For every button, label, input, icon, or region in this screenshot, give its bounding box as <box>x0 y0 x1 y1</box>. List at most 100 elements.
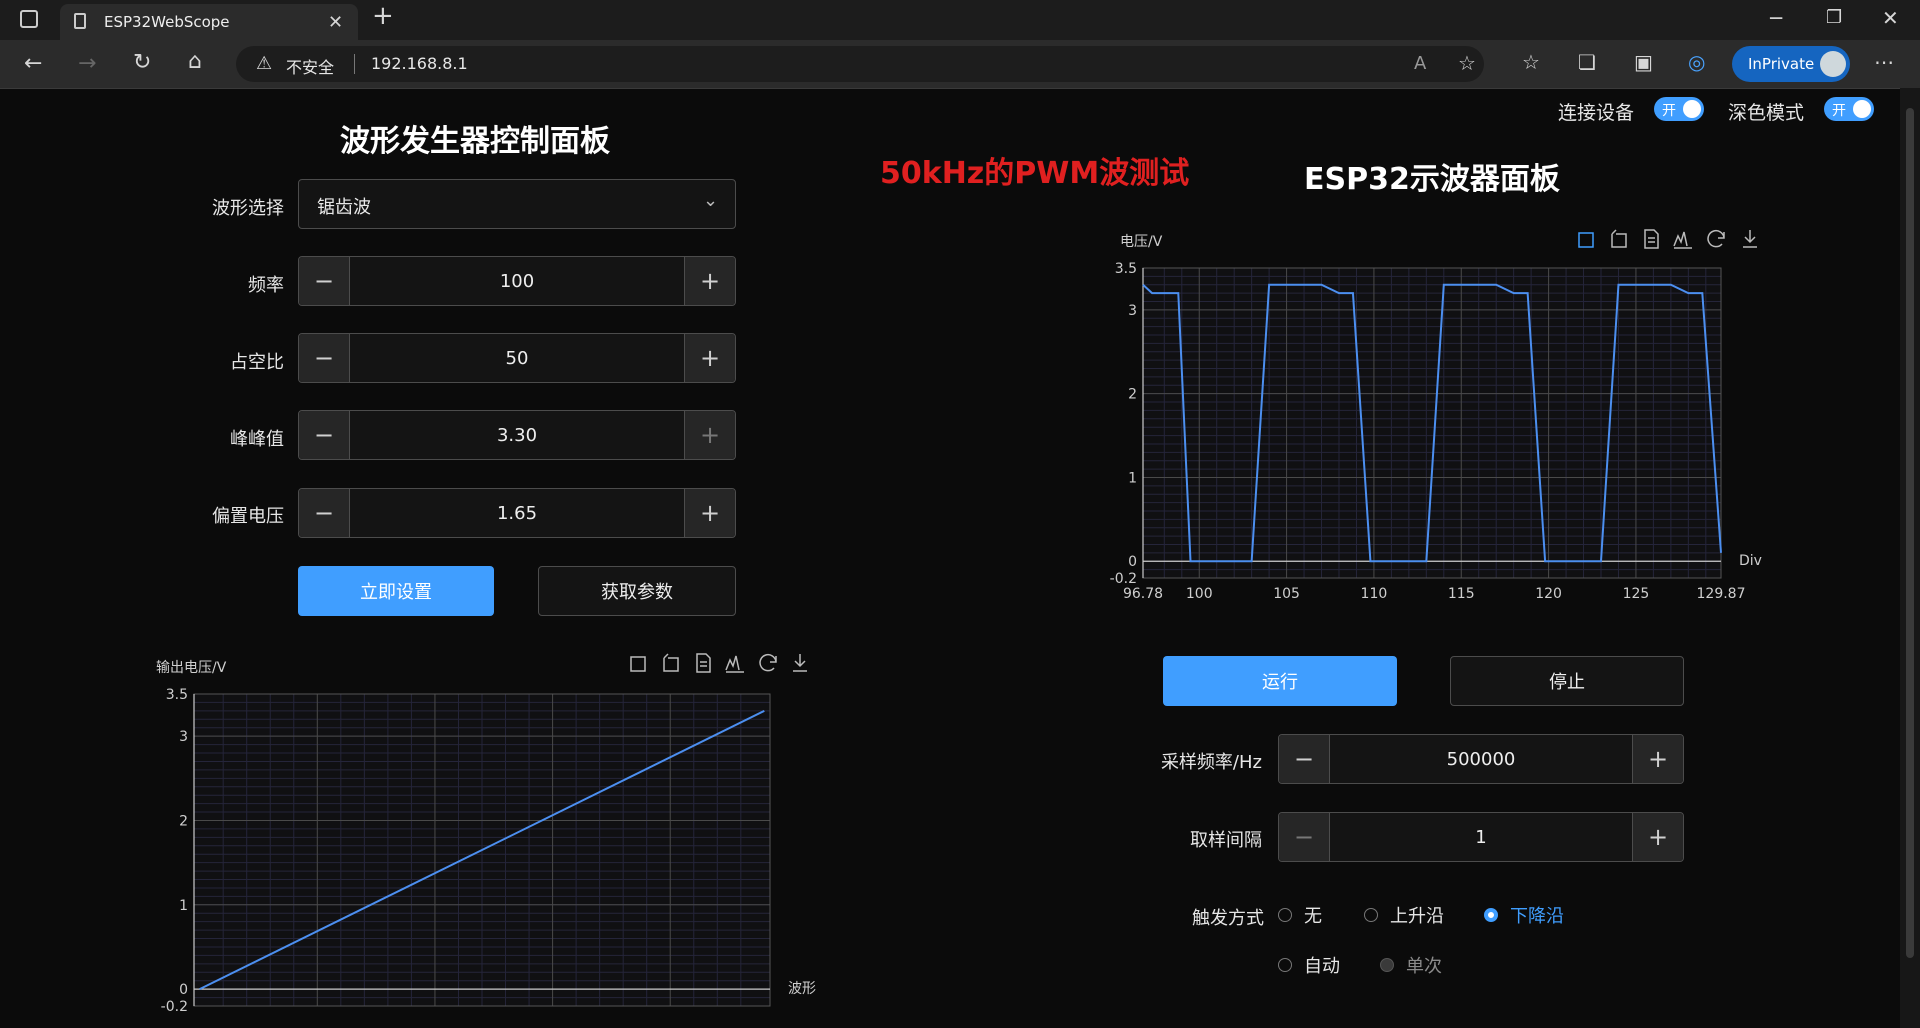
vpp-label: 峰峰值 <box>230 429 284 450</box>
offset-label: 偏置电压 <box>212 506 284 527</box>
url-text[interactable]: 192.168.8.1 <box>371 54 468 73</box>
math-solver-icon[interactable]: ▣ <box>1634 52 1653 72</box>
restore-icon[interactable] <box>1707 229 1725 248</box>
close-window-icon[interactable]: ✕ <box>1882 8 1899 28</box>
duty-cycle-input[interactable]: 50 <box>349 334 685 382</box>
download-icon[interactable] <box>1743 230 1757 248</box>
y-tick-label: 3 <box>179 729 188 745</box>
line-type-icon[interactable] <box>1673 231 1692 249</box>
vpp-input[interactable]: 3.30 <box>349 411 685 459</box>
inprivate-badge[interactable]: InPrivate <box>1732 46 1850 82</box>
offset-decrement-button[interactable]: − <box>299 489 350 537</box>
new-tab-button[interactable]: + <box>372 3 394 29</box>
chart-toolbar <box>1578 229 1757 249</box>
run-button[interactable]: 运行 <box>1163 656 1397 706</box>
forward-icon[interactable]: → <box>78 53 96 75</box>
y-tick-label: 3.5 <box>166 687 188 703</box>
trigger-option-none[interactable]: 无 <box>1278 902 1322 928</box>
trigger-label: 触发方式 <box>1192 908 1264 929</box>
waveform-label: 波形选择 <box>212 198 284 219</box>
page-scrollbar[interactable] <box>1900 88 1920 1028</box>
edge-icon[interactable]: ◎ <box>1688 52 1705 72</box>
back-icon[interactable]: ← <box>24 53 42 75</box>
interval-input[interactable]: 1 <box>1329 813 1633 861</box>
trigger-option-auto[interactable]: 自动 <box>1278 952 1340 978</box>
data-view-icon[interactable] <box>1644 229 1659 249</box>
trigger-option-rising[interactable]: 上升沿 <box>1364 902 1444 928</box>
more-options-icon[interactable]: ⋯ <box>1874 52 1894 72</box>
read-aloud-icon[interactable]: A <box>1414 54 1426 74</box>
zoom-icon[interactable] <box>630 656 646 672</box>
x-tick-label: 129.87 <box>1697 586 1746 602</box>
vpp-stepper[interactable]: − 3.30 + <box>298 410 736 460</box>
frequency-decrement-button[interactable]: − <box>299 257 350 305</box>
trigger-option-single[interactable]: 单次 <box>1380 952 1442 978</box>
scope-title: ESP32示波器面板 <box>1304 162 1560 197</box>
vpp-decrement-button[interactable]: − <box>299 411 350 459</box>
zoom-reset-icon[interactable] <box>1611 229 1627 248</box>
sample-rate-input[interactable]: 500000 <box>1329 735 1633 783</box>
close-tab-icon[interactable]: ✕ <box>328 13 343 33</box>
toggle-text: 开 <box>1662 103 1676 119</box>
interval-label: 取样间隔 <box>1190 830 1262 851</box>
home-icon[interactable]: ⌂ <box>188 51 202 73</box>
fetch-params-button[interactable]: 获取参数 <box>538 566 736 616</box>
frequency-input[interactable]: 100 <box>349 257 685 305</box>
add-favorite-icon[interactable]: ☆ <box>1458 53 1476 73</box>
dark-mode-toggle[interactable]: 开 <box>1824 97 1874 121</box>
x-tick-label: 115 <box>1448 586 1475 602</box>
interval-increment-button[interactable]: + <box>1632 813 1683 861</box>
offset-stepper[interactable]: − 1.65 + <box>298 488 736 538</box>
x-tick-label: 105 <box>1273 586 1300 602</box>
connect-device-toggle[interactable]: 开 <box>1654 97 1704 121</box>
offset-increment-button[interactable]: + <box>684 489 735 537</box>
interval-decrement-button[interactable]: − <box>1279 813 1330 861</box>
duty-decrement-button[interactable]: − <box>299 334 350 382</box>
y-tick-label: 0 <box>1128 554 1137 570</box>
restore-icon[interactable]: ❐ <box>1826 8 1842 28</box>
y-axis-label: 输出电压/V <box>156 660 227 676</box>
restore-icon[interactable] <box>759 653 777 672</box>
zoom-reset-icon[interactable] <box>663 653 679 672</box>
collections-icon[interactable]: ❏ <box>1578 52 1596 72</box>
sample-rate-stepper[interactable]: − 500000 + <box>1278 734 1684 784</box>
y-tick-label: 2 <box>1128 387 1137 403</box>
inprivate-label: InPrivate <box>1748 55 1815 73</box>
url-field[interactable]: ⚠ 不安全 192.168.8.1 A ☆ <box>236 46 1484 82</box>
toggle-text: 开 <box>1832 103 1846 119</box>
x-tick-label: 125 <box>1623 586 1650 602</box>
x-axis-label: Div <box>1739 553 1762 569</box>
minimize-icon[interactable]: ─ <box>1770 8 1782 28</box>
warning-icon[interactable]: ⚠ <box>256 54 272 74</box>
tab-actions-icon[interactable] <box>20 10 38 28</box>
frequency-increment-button[interactable]: + <box>684 257 735 305</box>
radio-circle <box>1278 958 1292 972</box>
insecure-label[interactable]: 不安全 <box>286 54 334 78</box>
sample-rate-increment-button[interactable]: + <box>1632 735 1683 783</box>
zoom-icon[interactable] <box>1578 232 1594 248</box>
test-annotation: 50kHz的PWM波测试 <box>880 156 1190 191</box>
dark-mode-label: 深色模式 <box>1728 102 1805 124</box>
browser-tab[interactable]: ESP32WebScope ✕ <box>60 4 358 40</box>
interval-stepper[interactable]: − 1 + <box>1278 812 1684 862</box>
duty-increment-button[interactable]: + <box>684 334 735 382</box>
duty-cycle-stepper[interactable]: − 50 + <box>298 333 736 383</box>
frequency-stepper[interactable]: − 100 + <box>298 256 736 306</box>
radio-circle <box>1278 908 1292 922</box>
x-tick-label: 100 <box>1186 586 1213 602</box>
stop-button[interactable]: 停止 <box>1450 656 1684 706</box>
favorites-icon[interactable]: ☆ <box>1522 52 1540 72</box>
data-view-icon[interactable] <box>696 653 711 673</box>
waveform-select[interactable]: 锯齿波 ⌄ <box>298 179 736 229</box>
refresh-icon[interactable]: ↻ <box>133 52 151 74</box>
scrollbar-thumb[interactable] <box>1906 108 1914 958</box>
y-tick-label: 3 <box>1128 303 1137 319</box>
offset-input[interactable]: 1.65 <box>349 489 685 537</box>
apply-settings-button[interactable]: 立即设置 <box>298 566 494 616</box>
vpp-increment-button[interactable]: + <box>684 411 735 459</box>
sample-rate-decrement-button[interactable]: − <box>1279 735 1330 783</box>
line-type-icon[interactable] <box>725 655 744 673</box>
x-axis-label: 波形 <box>788 981 816 997</box>
trigger-option-falling[interactable]: 下降沿 <box>1484 902 1564 928</box>
download-icon[interactable] <box>793 654 807 672</box>
